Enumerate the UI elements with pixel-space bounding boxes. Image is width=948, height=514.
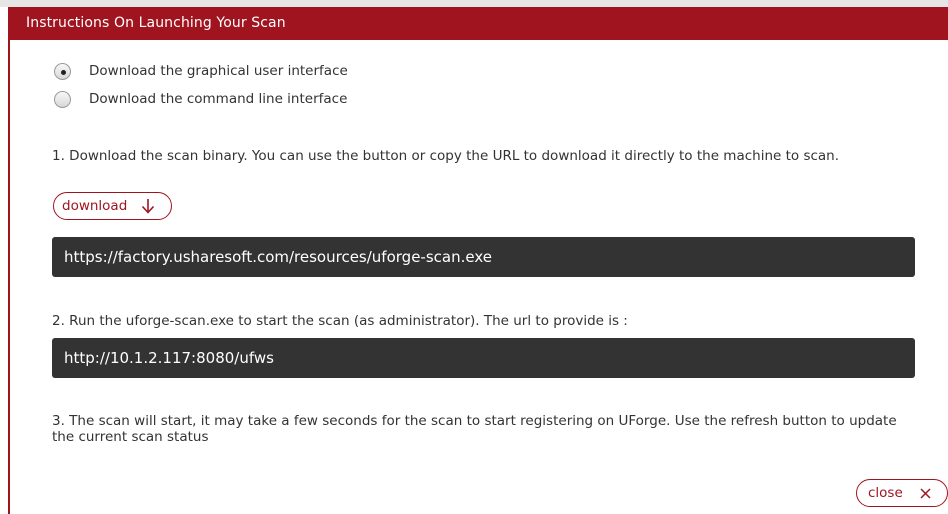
ws-url-text: http://10.1.2.117:8080/ufws [64, 349, 274, 367]
scan-instructions-dialog: Instructions On Launching Your Scan Down… [8, 7, 948, 514]
dialog-titlebar: Instructions On Launching Your Scan [10, 7, 948, 40]
radio-cli[interactable] [54, 90, 71, 108]
close-button-label: close [868, 485, 903, 501]
option-gui[interactable]: Download the graphical user interface [54, 61, 348, 81]
window-top-edge [0, 0, 948, 7]
step-3-text: 3. The scan will start, it may take a fe… [52, 413, 897, 445]
arrow-down-icon [141, 197, 155, 215]
dialog-title: Instructions On Launching Your Scan [26, 15, 286, 31]
option-cli[interactable]: Download the command line interface [54, 89, 347, 109]
binary-url-field[interactable]: https://factory.usharesoft.com/resources… [52, 237, 915, 277]
radio-gui[interactable] [54, 62, 71, 80]
option-gui-label: Download the graphical user interface [89, 63, 348, 79]
step-1-text: 1. Download the scan binary. You can use… [52, 148, 840, 164]
download-button-label: download [62, 198, 128, 214]
close-button[interactable]: close [856, 479, 948, 507]
ws-url-field[interactable]: http://10.1.2.117:8080/ufws [52, 338, 915, 378]
option-cli-label: Download the command line interface [89, 91, 348, 107]
close-x-icon [920, 487, 931, 499]
binary-url-text: https://factory.usharesoft.com/resources… [64, 248, 492, 266]
step-2-text: 2. Run the uforge-scan.exe to start the … [52, 313, 628, 329]
download-button[interactable]: download [53, 192, 172, 220]
